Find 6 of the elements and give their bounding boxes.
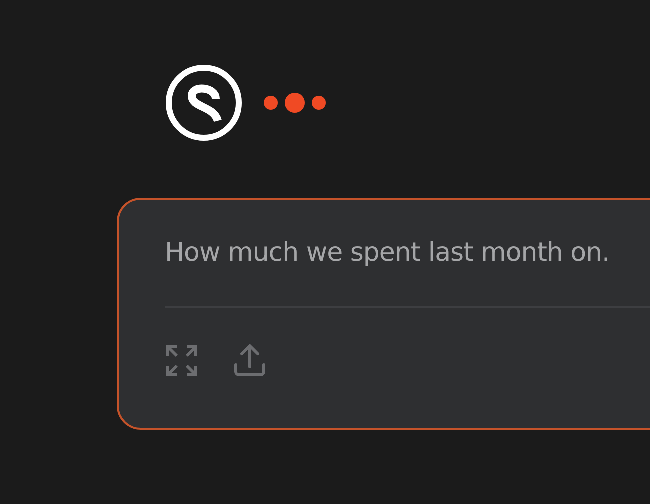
loading-dots-icon (264, 92, 328, 114)
logo-icon (164, 63, 244, 143)
prompt-box[interactable]: How much we spent last month on. (117, 198, 650, 430)
upload-icon[interactable] (233, 344, 267, 378)
prompt-placeholder: How much we spent last month on. (165, 238, 611, 268)
expand-icon[interactable] (165, 344, 199, 378)
